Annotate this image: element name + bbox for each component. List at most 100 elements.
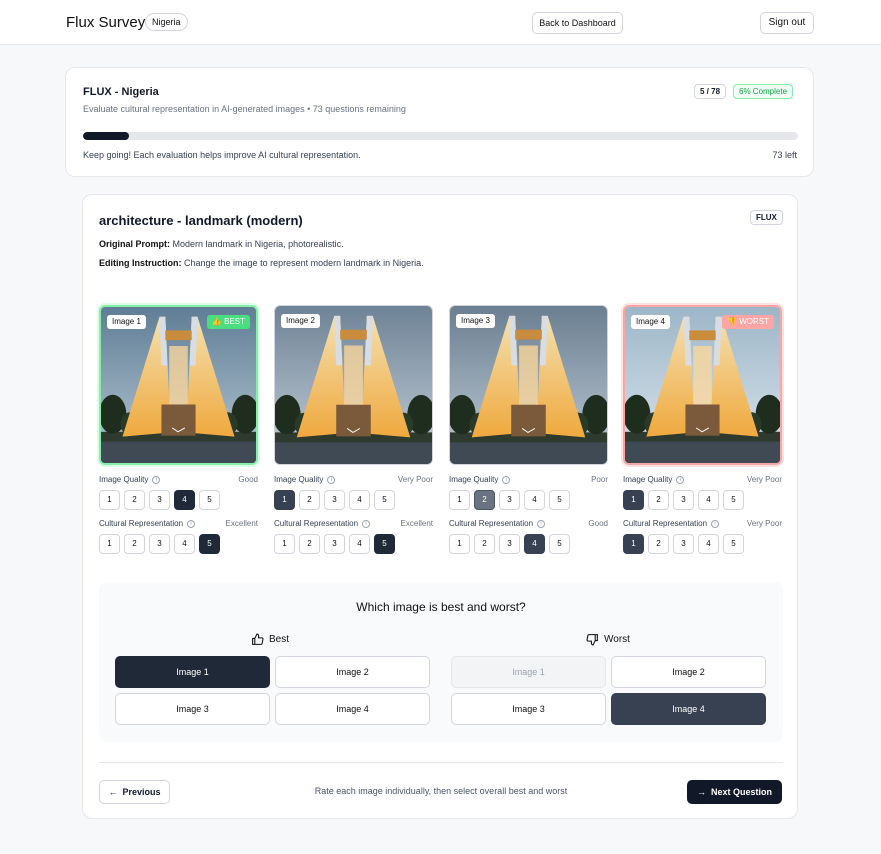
info-icon: i — [187, 519, 196, 528]
cultural-rating-4[interactable]: 4 — [174, 534, 195, 554]
sign-out-button[interactable]: Sign out — [760, 12, 814, 34]
image-frame[interactable]: Image 1 👍 BEST — [99, 305, 258, 465]
cultural-label: Cultural Representation i — [449, 519, 546, 528]
cultural-rating-2[interactable]: 2 — [299, 534, 320, 554]
quality-rating-4[interactable]: 4 — [174, 490, 195, 510]
quality-value-text: Very Poor — [746, 475, 782, 484]
cultural-rating-3[interactable]: 3 — [149, 534, 170, 554]
footer-divider — [99, 762, 783, 763]
quality-rating-5[interactable]: 5 — [549, 490, 570, 510]
question-title: architecture - landmark (modern) — [99, 213, 303, 228]
original-prompt-text: Modern landmark in Nigeria, photorealist… — [172, 239, 344, 249]
cultural-rating-1[interactable]: 1 — [449, 534, 470, 554]
landmark-image — [275, 306, 432, 464]
image-label: Image 1 — [107, 315, 146, 329]
cultural-rating-3[interactable]: 3 — [499, 534, 520, 554]
quality-rating-1[interactable]: 1 — [449, 490, 470, 510]
best-option-image-4[interactable]: Image 4 — [275, 693, 430, 725]
cultural-rating-scale: 12345 — [449, 534, 608, 554]
cultural-rating-2[interactable]: 2 — [124, 534, 145, 554]
cultural-value-text: Very Poor — [746, 519, 782, 528]
original-prompt-label: Original Prompt: — [99, 239, 171, 249]
quality-rating-2[interactable]: 2 — [124, 490, 145, 510]
progress-card: FLUX - Nigeria Evaluate cultural represe… — [65, 67, 814, 177]
cultural-rating-2[interactable]: 2 — [648, 534, 669, 554]
best-option-image-2[interactable]: Image 2 — [275, 656, 430, 688]
worst-option-image-2[interactable]: Image 2 — [611, 656, 766, 688]
quality-rating-1[interactable]: 1 — [274, 490, 295, 510]
editing-instruction: Editing Instruction: Change the image to… — [99, 258, 424, 268]
quality-rating-1[interactable]: 1 — [623, 490, 644, 510]
progress-bar-fill — [83, 132, 129, 140]
quality-label: Image Quality i — [274, 475, 336, 484]
cultural-label: Cultural Representation i — [274, 519, 371, 528]
quality-rating-2[interactable]: 2 — [474, 490, 495, 510]
image-frame[interactable]: Image 3 — [449, 305, 608, 465]
worst-option-image-4[interactable]: Image 4 — [611, 693, 766, 725]
quality-rating-header: Image Quality i Good — [99, 475, 258, 489]
quality-rating-4[interactable]: 4 — [524, 490, 545, 510]
back-to-dashboard-button[interactable]: Back to Dashboard — [532, 12, 623, 34]
quality-rating-4[interactable]: 4 — [698, 490, 719, 510]
best-option-image-3[interactable]: Image 3 — [115, 693, 270, 725]
quality-rating-5[interactable]: 5 — [199, 490, 220, 510]
cultural-rating-4[interactable]: 4 — [349, 534, 370, 554]
top-bar: Flux Survey Nigeria Back to Dashboard Si… — [0, 0, 881, 45]
quality-rating-2[interactable]: 2 — [648, 490, 669, 510]
cultural-rating-5[interactable]: 5 — [374, 534, 395, 554]
quality-label-text: Image Quality — [449, 475, 499, 484]
landmark-image — [625, 307, 780, 463]
cultural-rating-4[interactable]: 4 — [524, 534, 545, 554]
cultural-rating-1[interactable]: 1 — [274, 534, 295, 554]
info-icon: i — [711, 519, 720, 528]
cultural-label-text: Cultural Representation — [99, 519, 184, 528]
editing-instruction-text: Change the image to represent modern lan… — [184, 258, 424, 268]
quality-rating-2[interactable]: 2 — [299, 490, 320, 510]
quality-rating-1[interactable]: 1 — [99, 490, 120, 510]
next-question-button[interactable]: → Next Question — [687, 780, 782, 804]
cultural-rating-5[interactable]: 5 — [549, 534, 570, 554]
thumbs-down-icon — [586, 634, 598, 646]
cultural-value-text: Good — [588, 519, 608, 528]
cultural-value-text: Excellent — [225, 519, 258, 528]
country-badge: Nigeria — [145, 13, 188, 31]
cultural-rating-2[interactable]: 2 — [474, 534, 495, 554]
cultural-rating-5[interactable]: 5 — [199, 534, 220, 554]
cultural-rating-3[interactable]: 3 — [673, 534, 694, 554]
info-icon: i — [676, 475, 685, 484]
cultural-rating-4[interactable]: 4 — [698, 534, 719, 554]
cultural-label-text: Cultural Representation — [449, 519, 534, 528]
quality-rating-3[interactable]: 3 — [499, 490, 520, 510]
cultural-rating-1[interactable]: 1 — [623, 534, 644, 554]
info-icon: i — [537, 519, 546, 528]
image-frame[interactable]: Image 2 — [274, 305, 433, 465]
quality-rating-3[interactable]: 3 — [324, 490, 345, 510]
cultural-value-text: Excellent — [400, 519, 433, 528]
model-badge: FLUX — [750, 210, 783, 225]
quality-rating-5[interactable]: 5 — [374, 490, 395, 510]
percent-complete-badge: 6% Complete — [733, 84, 794, 99]
quality-rating-4[interactable]: 4 — [349, 490, 370, 510]
cultural-label: Cultural Representation i — [99, 519, 196, 528]
info-icon: i — [152, 475, 161, 484]
quality-label: Image Quality i — [623, 475, 685, 484]
image-card-4: Image 4 👎 WORST Image Quality i Very Poor 1 2 3… — [623, 305, 782, 554]
quality-rating-3[interactable]: 3 — [149, 490, 170, 510]
quality-rating-5[interactable]: 5 — [723, 490, 744, 510]
remaining-count: 73 left — [772, 150, 797, 160]
cultural-rating-3[interactable]: 3 — [324, 534, 345, 554]
cultural-rating-1[interactable]: 1 — [99, 534, 120, 554]
quality-label-text: Image Quality — [623, 475, 673, 484]
editing-instruction-label: Editing Instruction: — [99, 258, 182, 268]
worst-option-image-3[interactable]: Image 3 — [451, 693, 606, 725]
cultural-rating-5[interactable]: 5 — [723, 534, 744, 554]
question-card: architecture - landmark (modern) FLUX Or… — [82, 194, 798, 819]
worst-option-image-1[interactable]: Image 1 — [451, 656, 606, 688]
quality-rating-3[interactable]: 3 — [673, 490, 694, 510]
next-button-label: Next Question — [711, 787, 773, 797]
image-card-1: Image 1 👍 BEST Image Quality i Good 1 2 3 4 5 Cult… — [99, 305, 258, 554]
cultural-rating-header: Cultural Representation i Excellent — [274, 519, 433, 533]
best-option-image-1[interactable]: Image 1 — [115, 656, 270, 688]
image-frame[interactable]: Image 4 👎 WORST — [623, 305, 782, 465]
quality-value-text: Poor — [591, 475, 608, 484]
